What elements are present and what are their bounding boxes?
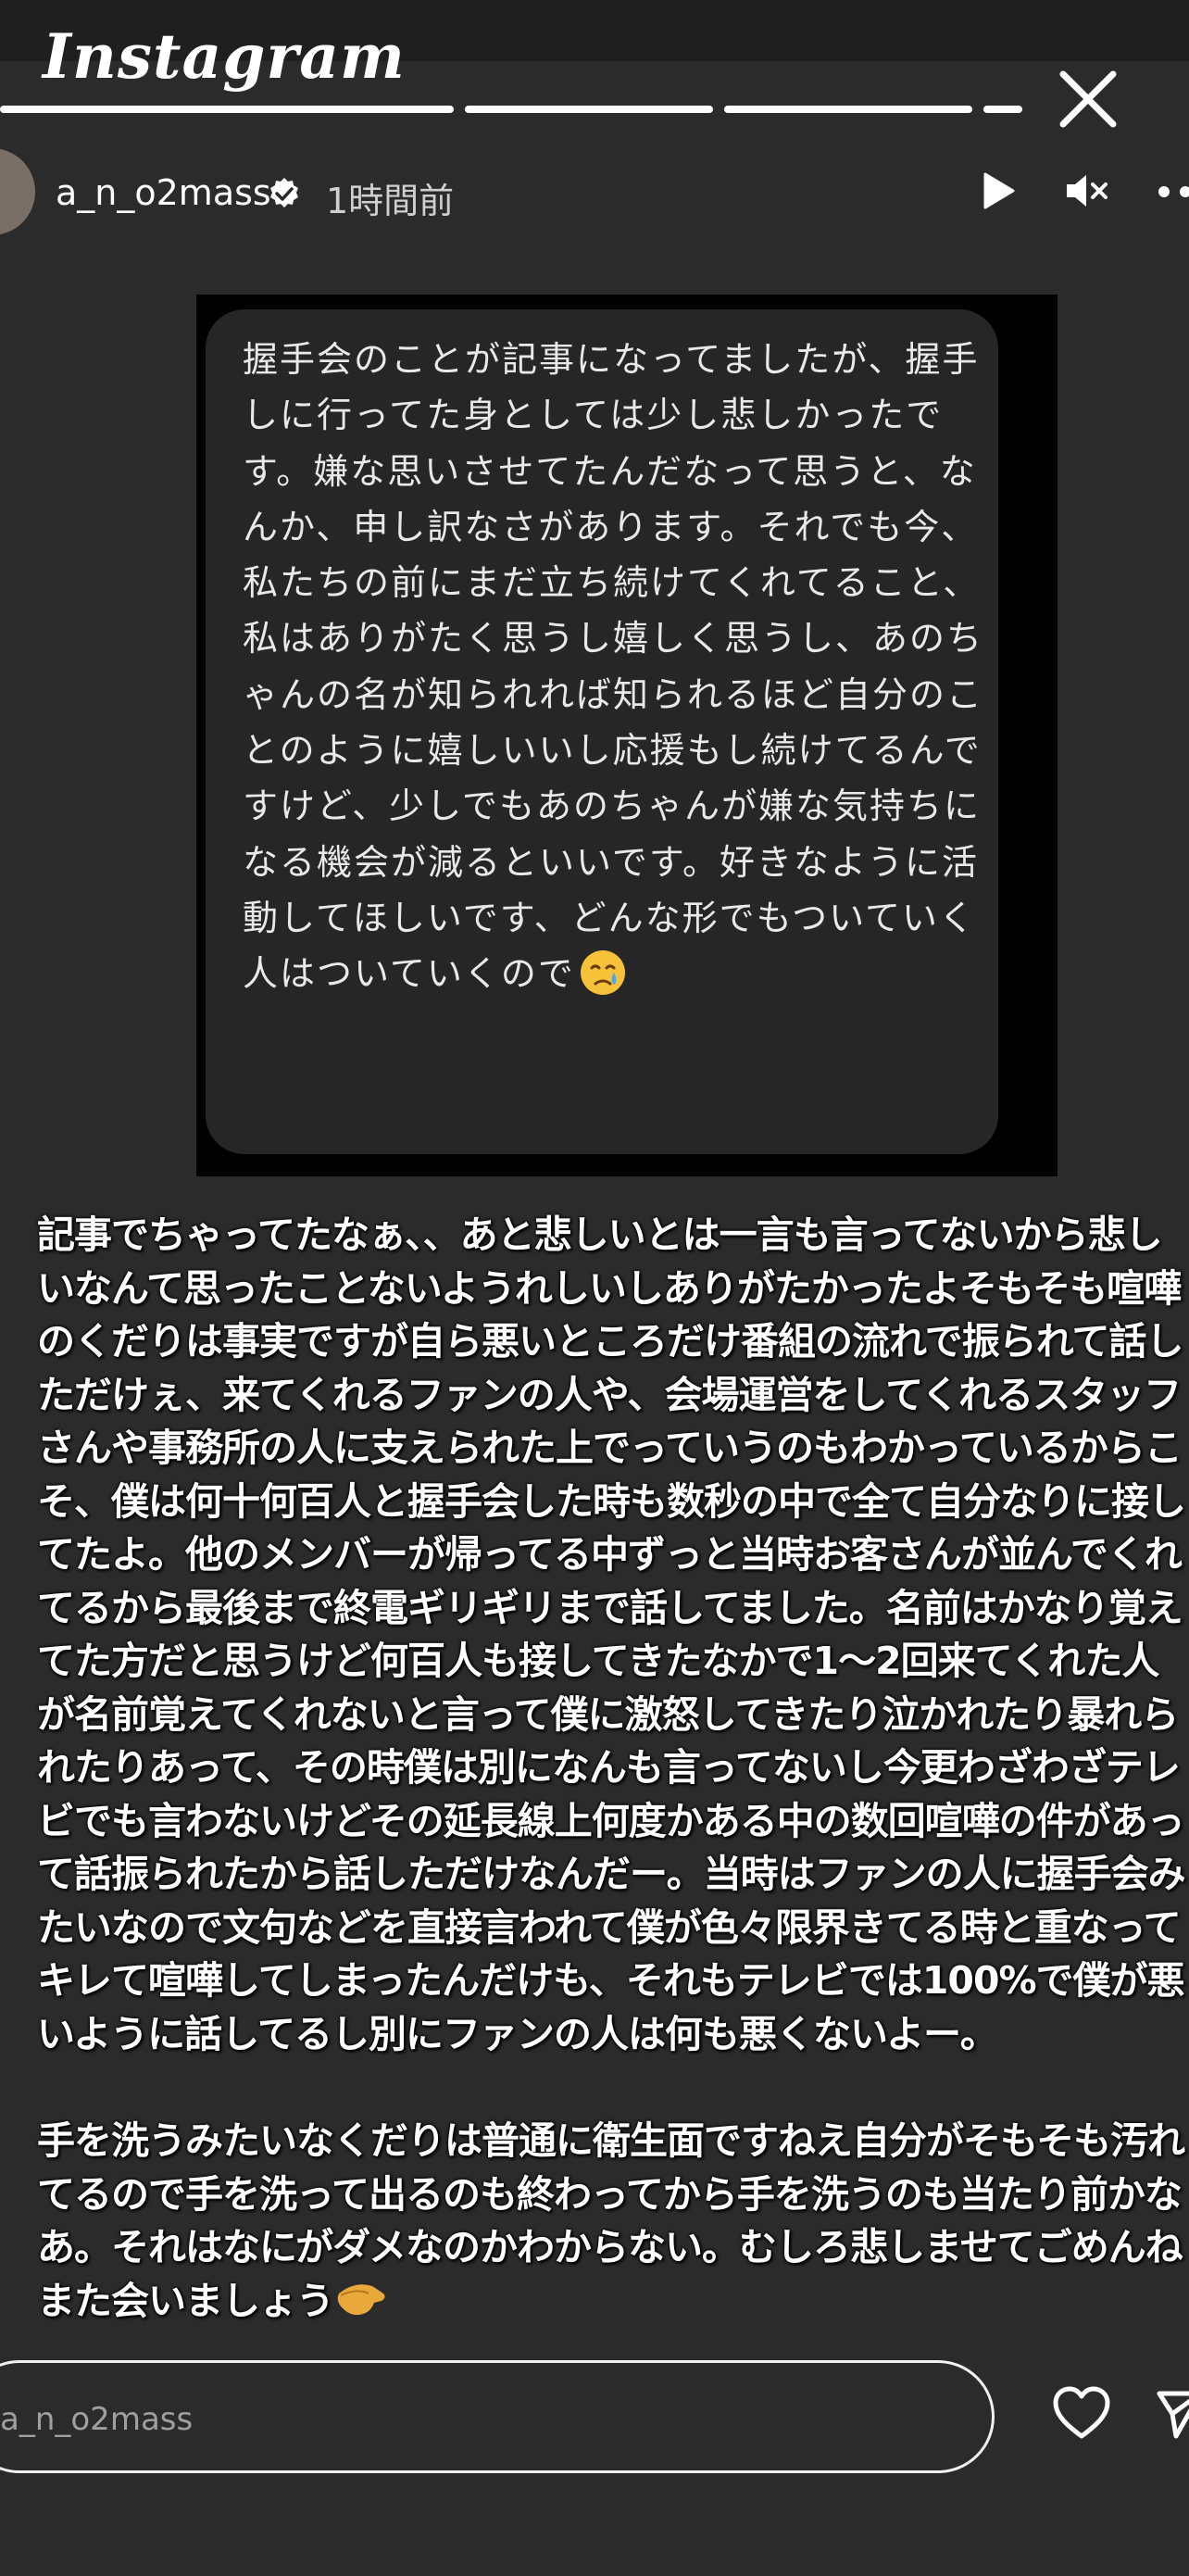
- play-icon[interactable]: [978, 170, 1019, 211]
- more-icon[interactable]: [1158, 185, 1189, 198]
- caption-paragraph-text: 手を洗うみたいなくだりは普通に衛生面ですねえ自分がそもそも汚れてるので手を洗って…: [37, 2118, 1185, 2323]
- verified-badge-icon: [270, 178, 298, 207]
- heart-icon[interactable]: [1052, 2386, 1111, 2440]
- close-icon[interactable]: [1056, 67, 1120, 132]
- story-caption: 記事でちゃってたなぁ、、あと悲しいとは一言も言ってないから悲しいなんて思ったこと…: [37, 1209, 1186, 2328]
- instagram-logo: Instagram: [43, 20, 406, 93]
- speaker-muted-icon[interactable]: [1063, 170, 1111, 211]
- message-text: 握手会のことが記事になってましたが、握手しに行ってた身としては少し悲しかったです…: [243, 332, 983, 1002]
- hand-emoji-icon: [337, 2283, 385, 2315]
- progress-segment: [0, 106, 454, 113]
- caption-paragraph: 手を洗うみたいなくだりは普通に衛生面ですねえ自分がそもそも汚れてるので手を洗って…: [37, 2115, 1185, 2328]
- crying-face-emoji-icon: [580, 950, 625, 996]
- story-timestamp: 1時間前: [326, 181, 455, 221]
- caption-paragraph: 記事でちゃってたなぁ、、あと悲しいとは一言も言ってないから悲しいなんて思ったこと…: [37, 1213, 1186, 2056]
- progress-segment: [465, 106, 713, 113]
- reply-input-placeholder: a_n_o2mass: [0, 2401, 194, 2438]
- progress-segment: [724, 106, 972, 113]
- progress-segment: [983, 106, 1022, 113]
- story-username[interactable]: a_n_o2mass: [56, 172, 271, 213]
- message-body: 握手会のことが記事になってましたが、握手しに行ってた身としては少し悲しかったです…: [243, 339, 984, 995]
- send-icon[interactable]: [1156, 2386, 1189, 2442]
- story-progress-bar: [0, 106, 1028, 113]
